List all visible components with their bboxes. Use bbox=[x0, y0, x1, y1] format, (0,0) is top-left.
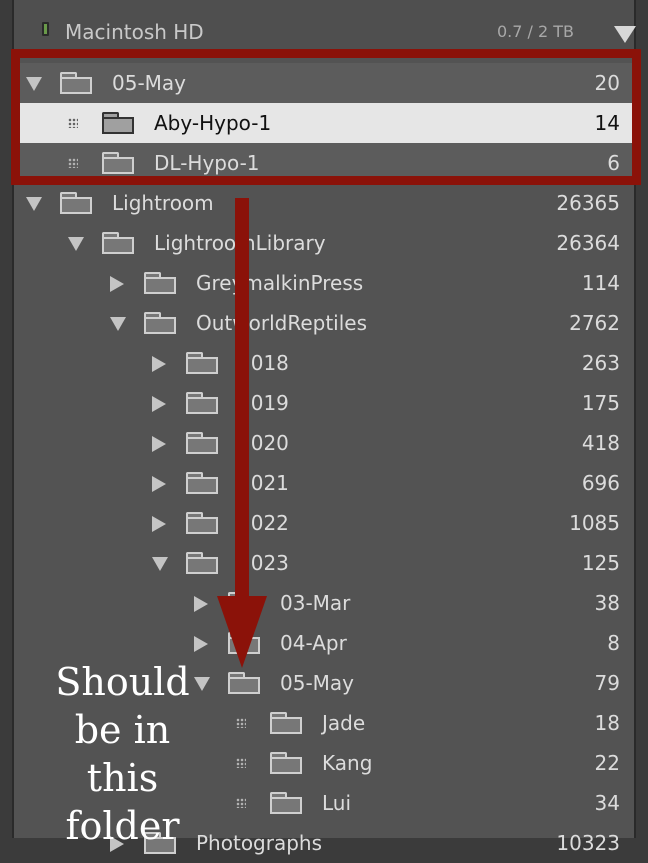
folder-row[interactable]: 2020 418 bbox=[14, 423, 634, 463]
folder-row[interactable]: Lightroom 26365 bbox=[14, 183, 634, 223]
folder-icon bbox=[186, 352, 218, 374]
folder-photo-count: 10323 bbox=[556, 831, 620, 855]
folder-photo-count: 125 bbox=[581, 551, 620, 575]
annotation-text: Should be in this folder bbox=[30, 658, 215, 850]
folder-photo-count: 34 bbox=[594, 791, 620, 815]
folder-photo-count: 114 bbox=[581, 271, 620, 295]
annotation-line-3: this folder bbox=[65, 756, 180, 848]
leaf-folder-icon bbox=[236, 756, 250, 770]
folder-name: 04-Apr bbox=[280, 631, 347, 655]
folder-row[interactable]: 2021 696 bbox=[14, 463, 634, 503]
folder-photo-count: 8 bbox=[607, 631, 620, 655]
folder-photo-count: 1085 bbox=[569, 511, 620, 535]
disclosure-closed-icon[interactable] bbox=[152, 436, 166, 452]
disk-status-indicator bbox=[42, 22, 49, 36]
leaf-folder-icon bbox=[236, 796, 250, 810]
folder-icon bbox=[228, 672, 260, 694]
folder-photo-count: 263 bbox=[581, 351, 620, 375]
folder-photo-count: 26365 bbox=[556, 191, 620, 215]
disclosure-open-icon[interactable] bbox=[110, 317, 126, 331]
folder-name: GreymalkinPress bbox=[196, 271, 364, 295]
disclosure-closed-icon[interactable] bbox=[194, 596, 208, 612]
folder-photo-count: 418 bbox=[581, 431, 620, 455]
annotation-highlight-box bbox=[11, 49, 641, 185]
folder-photo-count: 38 bbox=[594, 591, 620, 615]
disclosure-closed-icon[interactable] bbox=[152, 476, 166, 492]
folder-icon bbox=[144, 272, 176, 294]
annotation-line-2: be in bbox=[74, 708, 171, 752]
volume-header[interactable]: Macintosh HD 0.7 / 2 TB bbox=[14, 0, 636, 56]
folder-row[interactable]: 2018 263 bbox=[14, 343, 634, 383]
folder-name: Lightroom bbox=[112, 191, 214, 215]
leaf-folder-icon bbox=[236, 716, 250, 730]
folder-icon bbox=[102, 232, 134, 254]
folder-name: OutworldReptiles bbox=[196, 311, 368, 335]
disclosure-open-icon[interactable] bbox=[68, 237, 84, 251]
disclosure-open-icon[interactable] bbox=[152, 557, 168, 571]
folder-row[interactable]: 04-Apr 8 bbox=[14, 623, 634, 663]
folder-name: 03-Mar bbox=[280, 591, 351, 615]
folder-name: 05-May bbox=[280, 671, 355, 695]
folder-icon bbox=[186, 552, 218, 574]
folder-name: Lui bbox=[322, 791, 352, 815]
folder-icon bbox=[186, 472, 218, 494]
annotation-arrow-shaft bbox=[235, 198, 249, 598]
folder-icon bbox=[186, 432, 218, 454]
disclosure-closed-icon[interactable] bbox=[152, 396, 166, 412]
annotation-line-1: Should bbox=[55, 660, 190, 704]
folder-row[interactable]: 2019 175 bbox=[14, 383, 634, 423]
volume-collapse-triangle-icon[interactable] bbox=[614, 26, 636, 43]
disclosure-open-icon[interactable] bbox=[26, 197, 42, 211]
folder-photo-count: 18 bbox=[594, 711, 620, 735]
folder-row[interactable]: LightroomLibrary26364 bbox=[14, 223, 634, 263]
folder-row[interactable]: OutworldReptiles 2762 bbox=[14, 303, 634, 343]
volume-size: 0.7 / 2 TB bbox=[496, 22, 574, 41]
annotation-arrow-head bbox=[217, 596, 267, 668]
folder-photo-count: 696 bbox=[581, 471, 620, 495]
folder-row[interactable]: GreymalkinPress 114 bbox=[14, 263, 634, 303]
folder-icon bbox=[60, 192, 92, 214]
folder-photo-count: 79 bbox=[594, 671, 620, 695]
disclosure-closed-icon[interactable] bbox=[194, 636, 208, 652]
folder-photo-count: 26364 bbox=[556, 231, 620, 255]
folder-name: Jade bbox=[322, 711, 366, 735]
folder-icon bbox=[270, 712, 302, 734]
folder-icon bbox=[270, 792, 302, 814]
folder-photo-count: 175 bbox=[581, 391, 620, 415]
folder-row[interactable]: 2022 1085 bbox=[14, 503, 634, 543]
volume-name: Macintosh HD bbox=[65, 20, 204, 44]
disclosure-closed-icon[interactable] bbox=[152, 356, 166, 372]
folder-icon bbox=[186, 392, 218, 414]
folder-photo-count: 2762 bbox=[569, 311, 620, 335]
folder-icon bbox=[270, 752, 302, 774]
folder-photo-count: 22 bbox=[594, 751, 620, 775]
folder-icon bbox=[144, 312, 176, 334]
disclosure-closed-icon[interactable] bbox=[110, 276, 124, 292]
folder-row[interactable]: 2023 125 bbox=[14, 543, 634, 583]
folder-icon bbox=[186, 512, 218, 534]
folder-row[interactable]: 03-Mar 38 bbox=[14, 583, 634, 623]
folder-name: Kang bbox=[322, 751, 373, 775]
disclosure-closed-icon[interactable] bbox=[152, 516, 166, 532]
